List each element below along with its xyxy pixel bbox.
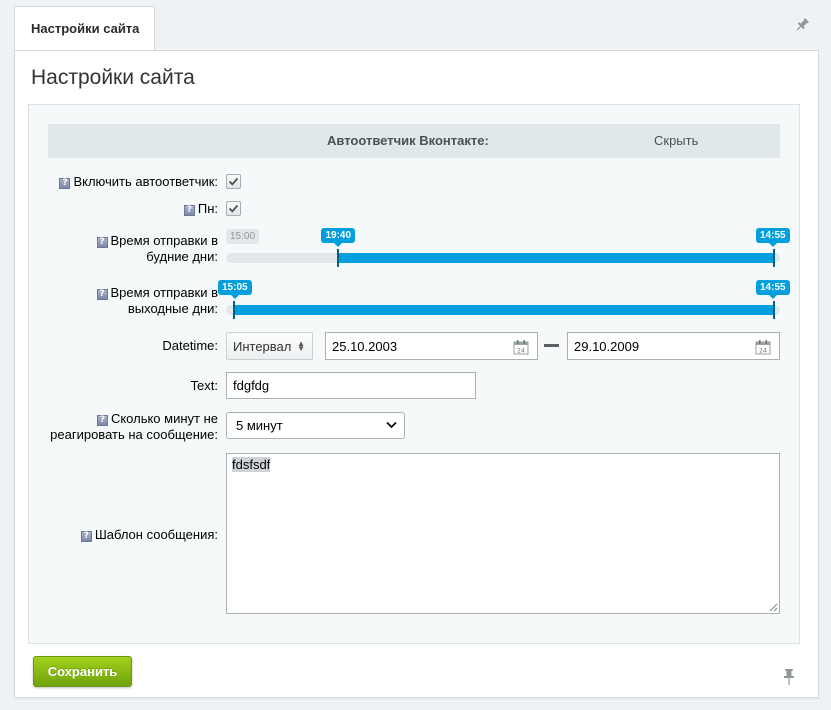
help-icon[interactable]: ?	[183, 205, 195, 216]
weekend-slider-to-value: 14:55	[756, 280, 790, 299]
weekday-slider-handle-from[interactable]	[337, 249, 340, 267]
chevron-down-icon	[386, 421, 397, 429]
ignore-minutes-select[interactable]: 5 минут	[226, 412, 405, 439]
hide-section-link[interactable]: Скрыть	[654, 133, 698, 148]
section-title: Автоответчик Вконтакте:	[327, 133, 489, 148]
weekday-slider-ghost-value: 15:00	[226, 229, 260, 244]
weekend-time-slider[interactable]	[226, 305, 780, 315]
datetime-label: Datetime:	[162, 338, 218, 353]
template-label: ? Шаблон сообщения:	[80, 527, 218, 543]
range-dash	[544, 344, 559, 347]
save-button[interactable]: Сохранить	[33, 656, 132, 687]
svg-text:24: 24	[517, 348, 525, 355]
weekday-slider-handle-to[interactable]	[772, 249, 775, 267]
autoresponder-checkbox[interactable]	[226, 174, 241, 189]
interval-mode-select[interactable]: Интервал ▲ ▼	[226, 332, 313, 360]
weekday-time-label: ? Время отправки в будние дни:	[96, 233, 218, 265]
template-textarea[interactable]: fdsfsdf	[226, 453, 780, 614]
help-icon[interactable]: ?	[59, 178, 71, 189]
help-icon[interactable]: ?	[96, 415, 108, 426]
autoresponder-label: ? Включить автоответчик:	[59, 174, 218, 190]
pin-icon[interactable]	[782, 668, 796, 686]
date-to-input[interactable]: 29.10.2009 24	[567, 332, 780, 360]
updown-arrows-icon: ▲ ▼	[297, 339, 305, 353]
text-label: Text:	[190, 378, 218, 393]
calendar-icon[interactable]: 24	[755, 339, 771, 355]
help-icon[interactable]: ?	[80, 531, 92, 542]
ignore-minutes-label: ? Сколько минут не реагировать на сообщен…	[50, 411, 218, 442]
help-icon[interactable]: ?	[96, 237, 108, 248]
weekend-slider-handle-from[interactable]	[233, 301, 236, 319]
svg-text:24: 24	[759, 348, 767, 355]
text-input[interactable]: fdgfdg	[226, 372, 476, 399]
calendar-icon[interactable]: 24	[513, 339, 529, 355]
checkmark-icon	[228, 177, 239, 186]
weekend-slider-from-value: 15:05	[218, 280, 252, 299]
monday-checkbox[interactable]	[226, 201, 241, 216]
weekday-time-slider[interactable]	[226, 253, 780, 263]
weekend-slider-range	[234, 305, 774, 315]
tab-site-settings[interactable]: Настройки сайта	[14, 6, 155, 50]
weekday-slider-from-value: 19:40	[321, 228, 356, 247]
date-from-input[interactable]: 25.10.2003 24	[325, 332, 538, 360]
pin-icon[interactable]	[793, 16, 811, 34]
page-title: Настройки сайта	[31, 66, 195, 89]
resize-handle-icon[interactable]	[769, 603, 778, 612]
weekday-slider-to-value: 14:55	[756, 228, 790, 247]
weekday-slider-range	[338, 253, 774, 263]
checkmark-icon	[228, 204, 239, 213]
weekend-slider-handle-to[interactable]	[772, 301, 775, 319]
weekend-time-label: ? Время отправки в выходные дни:	[96, 285, 218, 317]
monday-label: ? Пн:	[183, 201, 218, 217]
help-icon[interactable]: ?	[96, 289, 108, 300]
